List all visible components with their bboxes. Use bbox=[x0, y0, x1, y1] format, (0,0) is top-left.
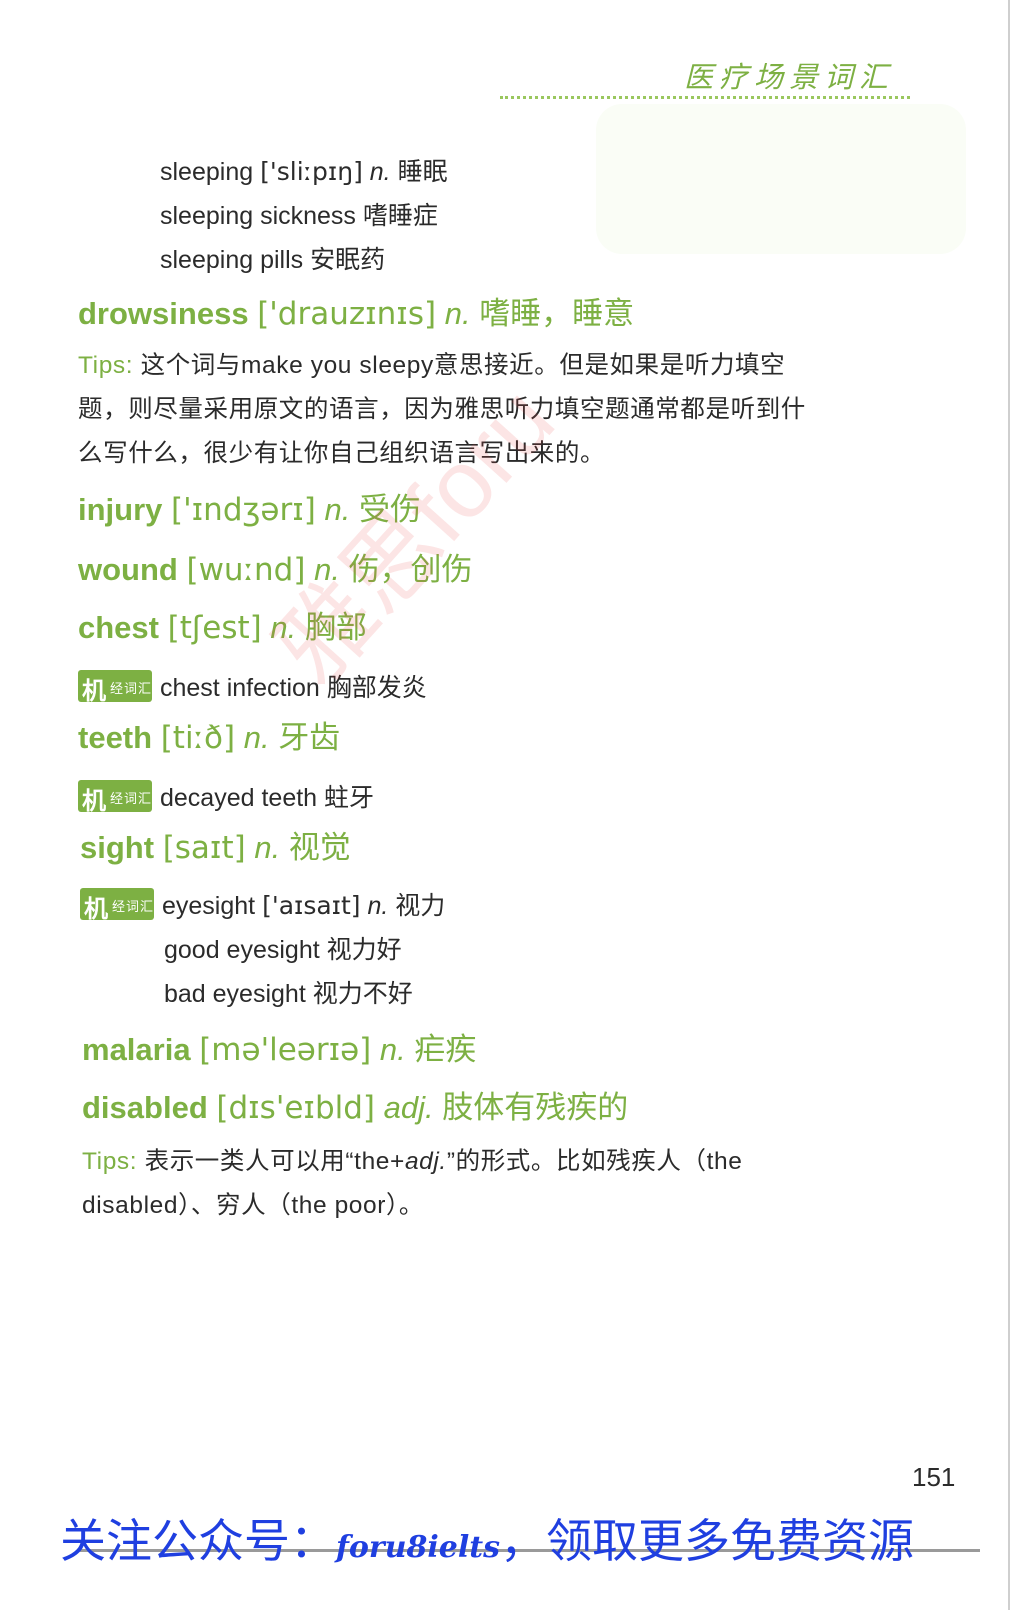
phrase-sleeping-pills: sleeping pills 安眠药 bbox=[160, 240, 385, 276]
word: eyesight bbox=[162, 892, 256, 920]
part-of-speech: adj. bbox=[383, 1090, 434, 1125]
phrase: chest infection bbox=[160, 674, 320, 702]
headword: drowsiness bbox=[78, 296, 249, 331]
part-of-speech: n. bbox=[254, 830, 281, 865]
phrase: decayed teeth bbox=[160, 784, 318, 812]
page-edge bbox=[1008, 0, 1010, 1610]
meaning: 安眠药 bbox=[310, 246, 386, 274]
tips-line: Tips: 表示一类人可以用“the+adj.”的形式。比如残疾人（the bbox=[82, 1142, 742, 1177]
phrase-sleeping-sickness: sleeping sickness 嗜睡症 bbox=[160, 196, 438, 232]
header-dotted-rule bbox=[500, 96, 910, 99]
exam-vocab-badge: 机经词汇 bbox=[78, 670, 152, 705]
pronunciation: ['aɪsaɪt] bbox=[262, 891, 361, 920]
word: sleeping bbox=[160, 158, 254, 186]
exam-vocab-badge: 机经词汇 bbox=[80, 888, 154, 923]
phrase-decayed-teeth: 机经词汇 decayed teeth 蛀牙 bbox=[78, 778, 375, 815]
tips-label: Tips: bbox=[82, 1148, 138, 1175]
meaning: 牙齿 bbox=[278, 720, 341, 755]
entry-drowsiness: drowsiness ['drauzɪnɪs] n. 嗜睡，睡意 bbox=[78, 288, 634, 333]
part-of-speech: n. bbox=[243, 720, 270, 755]
part-of-speech: n. bbox=[369, 158, 391, 186]
part-of-speech: n. bbox=[379, 1032, 406, 1067]
phrase-good-eyesight: good eyesight 视力好 bbox=[164, 930, 402, 966]
pronunciation: ['sliːpɪŋ] bbox=[260, 157, 363, 186]
phrase: bad eyesight bbox=[164, 980, 306, 1008]
meaning: 视力好 bbox=[326, 936, 402, 964]
footer-banner: 关注公众号：foru8ielts，领取更多免费资源 bbox=[60, 1505, 914, 1571]
phrase: sleeping pills bbox=[160, 246, 304, 274]
phrase-bad-eyesight: bad eyesight 视力不好 bbox=[164, 974, 413, 1010]
entry-sight: sight [saɪt] n. 视觉 bbox=[80, 822, 351, 867]
headword: wound bbox=[78, 552, 178, 587]
meaning: 嗜睡，睡意 bbox=[479, 296, 635, 331]
entry-disabled: disabled [dɪs'eɪbld] adj. 肢体有残疾的 bbox=[82, 1082, 628, 1127]
meaning: 视力不好 bbox=[312, 980, 413, 1008]
headword: disabled bbox=[82, 1090, 208, 1125]
phrase: sleeping sickness bbox=[160, 202, 356, 230]
part-of-speech: n. bbox=[367, 892, 389, 920]
phrase: good eyesight bbox=[164, 936, 320, 964]
pronunciation: ['ɪndʒərɪ] bbox=[171, 492, 316, 528]
tips-text: 表示一类人可以用“the+ bbox=[144, 1148, 405, 1175]
meaning: 睡眠 bbox=[397, 158, 448, 186]
phrase-chest-infection: 机经词汇 chest infection 胸部发炎 bbox=[78, 668, 427, 705]
part-of-speech: n. bbox=[444, 296, 471, 331]
entry-malaria: malaria [mə'leərɪə] n. 疟疾 bbox=[82, 1024, 476, 1069]
entry-eyesight: 机经词汇 eyesight ['aɪsaɪt] n. 视力 bbox=[80, 886, 446, 923]
headword: sight bbox=[80, 830, 155, 865]
headword: chest bbox=[78, 610, 159, 645]
meaning: 视力 bbox=[395, 892, 446, 920]
headword: teeth bbox=[78, 720, 153, 755]
meaning: 蛀牙 bbox=[324, 784, 375, 812]
chapter-header: 医疗场景词汇 bbox=[684, 60, 895, 94]
tips-line: Tips: 这个词与make you sleepy意思接近。但是如果是听力填空 bbox=[78, 346, 785, 381]
tips-line: disabled）、穷人（the poor）。 bbox=[82, 1192, 424, 1219]
pronunciation: [saɪt] bbox=[162, 830, 246, 866]
footer-account: foru8ielts bbox=[336, 1530, 501, 1565]
faded-background-box bbox=[596, 104, 966, 254]
entry-teeth: teeth [tiːð] n. 牙齿 bbox=[78, 712, 340, 757]
meaning: 视觉 bbox=[288, 830, 351, 865]
exam-vocab-badge: 机经词汇 bbox=[78, 780, 152, 815]
footer-suffix: ，领取更多免费资源 bbox=[500, 1515, 915, 1567]
tips-text: ”的形式。比如残疾人（the bbox=[446, 1148, 743, 1175]
footer-prefix: 关注公众号： bbox=[60, 1515, 336, 1567]
pronunciation: [mə'leərɪə] bbox=[199, 1032, 372, 1068]
headword: malaria bbox=[82, 1032, 191, 1067]
pronunciation: ['drauzɪnɪs] bbox=[257, 296, 437, 332]
meaning: 疟疾 bbox=[414, 1032, 477, 1067]
pronunciation: [dɪs'eɪbld] bbox=[216, 1090, 376, 1126]
pronunciation: [tiːð] bbox=[160, 720, 236, 756]
tips-text-italic: adj. bbox=[404, 1148, 447, 1175]
page-number: 151 bbox=[912, 1462, 956, 1492]
meaning: 嗜睡症 bbox=[362, 202, 438, 230]
meaning: 肢体有残疾的 bbox=[442, 1090, 629, 1125]
headword: injury bbox=[78, 492, 163, 527]
entry-sleeping: sleeping ['sliːpɪŋ] n. 睡眠 bbox=[160, 152, 448, 188]
tips-label: Tips: bbox=[78, 352, 134, 379]
